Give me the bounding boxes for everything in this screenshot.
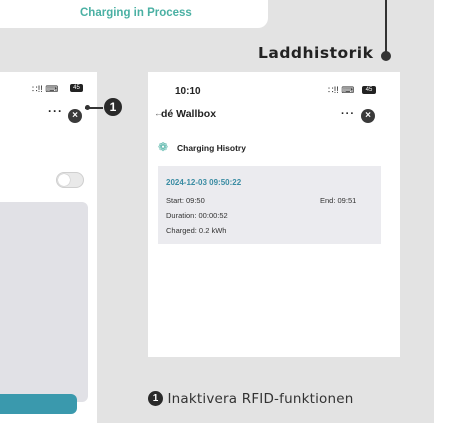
left-phone-screen: ∷!! ⌨ 45 ··· × xyxy=(0,72,97,423)
charging-history-icon: ❁ xyxy=(158,140,169,154)
more-menu-button[interactable]: ··· xyxy=(48,104,63,118)
annotation-marker-1: 1 xyxy=(104,98,122,116)
session-start: Start: 09:50 xyxy=(166,196,205,205)
caption-text: Inaktivera RFID-funktionen xyxy=(167,390,354,407)
signal-wifi-icon: ∷!! ⌨ xyxy=(328,85,355,95)
caption: 1 Inaktivera RFID-funktionen xyxy=(148,390,354,408)
callout-dot xyxy=(381,51,391,61)
toggle-knob xyxy=(58,174,70,186)
charging-status-label: Charging in Process xyxy=(80,7,192,19)
session-date: 2024-12-03 09:50:22 xyxy=(166,178,242,187)
content-panel xyxy=(0,202,88,402)
more-menu-button[interactable]: ··· xyxy=(341,108,355,120)
marker-connector-dot xyxy=(85,105,90,110)
session-duration: Duration: 00:00:52 xyxy=(166,211,228,220)
charging-session-card[interactable]: 2024-12-03 09:50:22 Start: 09:50 End: 09… xyxy=(158,166,381,244)
charging-history-heading: Charging Hisotry xyxy=(177,143,246,153)
close-button[interactable]: × xyxy=(361,109,375,123)
battery-icon: 45 xyxy=(70,84,83,92)
charging-status-card: Charging in Process xyxy=(0,0,268,28)
primary-action-button[interactable] xyxy=(0,394,77,414)
battery-icon: 45 xyxy=(362,86,376,94)
session-charged: Charged: 0.2 kWh xyxy=(166,226,227,235)
close-button[interactable]: × xyxy=(68,109,82,123)
signal-wifi-icon: ∷!! ⌨ xyxy=(32,84,59,94)
callout-title: Laddhistorik xyxy=(258,44,374,62)
rfid-toggle[interactable] xyxy=(56,172,84,188)
status-time: 10:10 xyxy=(175,86,201,97)
page-title: dé Wallbox xyxy=(161,108,217,120)
session-end: End: 09:51 xyxy=(320,196,357,205)
right-phone-screen: 10:10 ∷!! ⌨ 45 ← dé Wallbox ··· × ❁ Char… xyxy=(148,72,400,357)
caption-marker-1: 1 xyxy=(148,391,163,407)
